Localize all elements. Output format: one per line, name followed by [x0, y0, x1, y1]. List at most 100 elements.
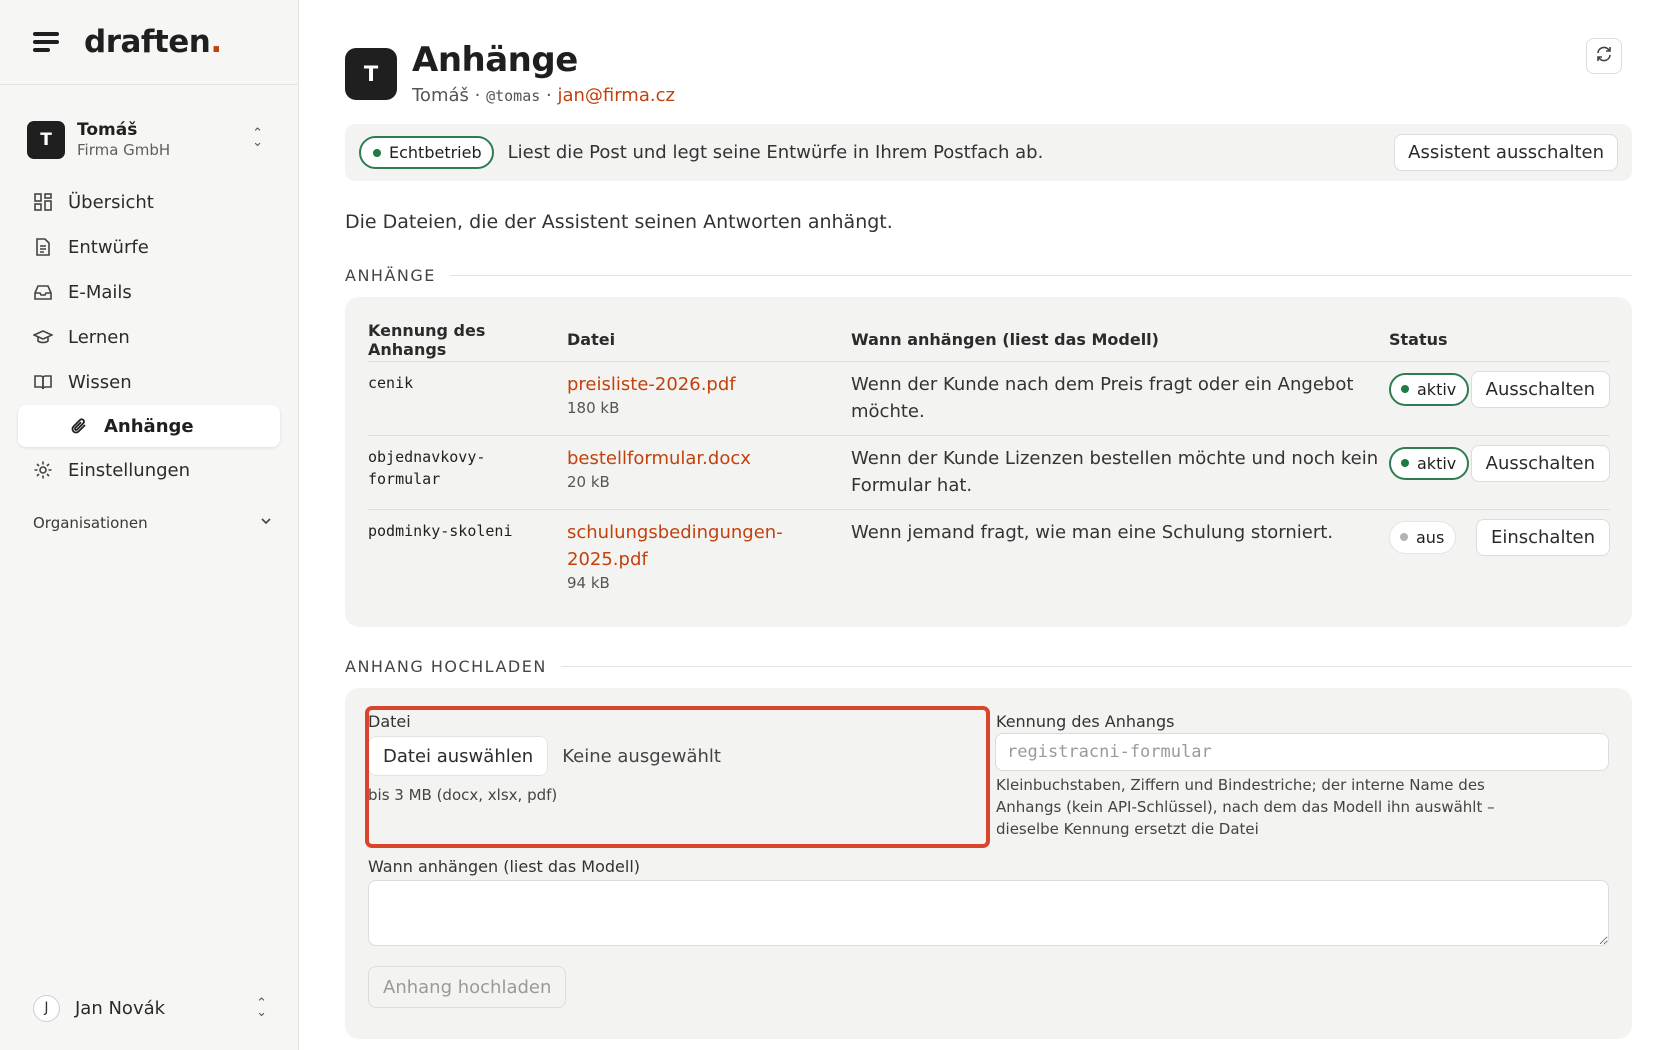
status-dot-icon	[373, 148, 381, 157]
page-subtitle: Tomáš · @tomas · jan@firma.cz	[412, 85, 675, 106]
status-cell: aktiv Ausschalten	[1389, 361, 1610, 436]
table-row: podminky-skoleni schulungsbedingungen- 20…	[368, 509, 1610, 605]
attachment-file: bestellformular.docx 20 kB	[567, 435, 851, 510]
choose-file-button[interactable]: Datei auswählen	[368, 736, 549, 776]
refresh-button[interactable]	[1586, 38, 1622, 74]
sidebar-item-settings[interactable]: Einstellungen	[18, 448, 280, 492]
attachments-table: Kennung des Anhangs Datei Wann anhängen …	[368, 319, 1610, 605]
status-badge: aktiv	[1389, 372, 1470, 406]
divider	[449, 275, 1632, 276]
book-icon	[33, 372, 53, 392]
highlight-box	[365, 706, 990, 848]
disable-attachment-button[interactable]: Ausschalten	[1470, 444, 1610, 482]
sidebar-item-overview[interactable]: Übersicht	[18, 180, 280, 224]
section-title: ANHANG HOCHLADEN	[345, 657, 547, 676]
when-textarea[interactable]	[368, 880, 1609, 946]
attachments-section-header: ANHÄNGE	[345, 266, 1632, 285]
table-row: cenik preisliste-2026.pdf 180 kB Wenn de…	[368, 361, 1610, 436]
sidebar-item-label: E-Mails	[68, 281, 132, 303]
agent-email-link[interactable]: jan@firma.cz	[557, 85, 675, 106]
status-dot-icon	[1401, 385, 1409, 393]
when-label: Wann anhängen (liest das Modell)	[368, 857, 641, 876]
chevron-down-icon	[259, 514, 273, 532]
sidebar-item-label: Entwürfe	[68, 236, 149, 258]
column-header: Wann anhängen (liest das Modell)	[851, 319, 1389, 362]
upload-attachment-button[interactable]: Anhang hochladen	[368, 966, 567, 1008]
attachment-id-input[interactable]	[995, 733, 1609, 771]
file-link[interactable]: preisliste-2026.pdf	[567, 371, 851, 398]
paperclip-icon	[69, 416, 89, 436]
organisations-label: Organisationen	[33, 514, 148, 532]
sidebar: draften. T Tomáš Firma GmbH ⌃ ⌄ Übersicht…	[0, 0, 299, 1050]
disable-attachment-button[interactable]: Ausschalten	[1470, 370, 1610, 408]
user-avatar: J	[33, 994, 60, 1022]
page-title: Anhänge	[412, 40, 578, 80]
id-hint: Kleinbuchstaben, Ziffern und Bindestrich…	[996, 776, 1495, 838]
sidebar-item-label: Lernen	[68, 326, 130, 348]
attachment-file: schulungsbedingungen- 2025.pdf 94 kB	[567, 509, 851, 605]
page-description: Die Dateien, die der Assistent seinen An…	[345, 211, 893, 233]
brand-logo[interactable]: draften.	[84, 24, 222, 60]
org-avatar: T	[27, 121, 65, 159]
organization-switcher[interactable]: T Tomáš Firma GmbH ⌃ ⌄	[27, 115, 273, 165]
main-content: T Anhänge Tomáš · @tomas · jan@firma.cz …	[345, 0, 1635, 1050]
column-header: Kennung des Anhangs	[368, 319, 567, 362]
chevron-up-down-icon: ⌃ ⌄	[252, 126, 263, 150]
attachment-id: cenik	[368, 361, 567, 436]
agent-name: Tomáš	[412, 85, 469, 106]
enable-attachment-button[interactable]: Einschalten	[1475, 518, 1610, 556]
file-label: Datei	[368, 712, 411, 731]
menu-icon[interactable]	[33, 32, 59, 52]
sidebar-item-knowledge[interactable]: Wissen	[18, 360, 280, 404]
sidebar-item-learn[interactable]: Lernen	[18, 315, 280, 359]
refresh-icon	[1595, 45, 1613, 67]
org-name: Tomáš	[77, 120, 138, 140]
file-hint: bis 3 MB (docx, xlsx, pdf)	[368, 786, 558, 804]
status-badge: aktiv	[1389, 446, 1470, 480]
org-company: Firma GmbH	[77, 141, 171, 160]
status-dot-icon	[1401, 459, 1409, 467]
sidebar-item-label: Wissen	[68, 371, 132, 393]
gear-icon	[33, 460, 53, 480]
file-picker: Datei auswählen Keine ausgewählt	[368, 736, 721, 776]
upload-section-header: ANHANG HOCHLADEN	[345, 657, 1632, 676]
assistant-status-banner: Echtbetrieb Liest die Post und legt sein…	[345, 124, 1632, 181]
divider	[560, 666, 1632, 667]
id-label: Kennung des Anhangs	[996, 712, 1175, 731]
status-badge: Echtbetrieb	[359, 136, 494, 169]
agent-handle: @tomas	[486, 87, 541, 105]
user-switcher[interactable]: J Jan Novák ⌃ ⌄	[33, 990, 273, 1026]
table-header-row: Kennung des Anhangs Datei Wann anhängen …	[368, 319, 1610, 362]
organisations-toggle[interactable]: Organisationen	[33, 511, 273, 535]
agent-avatar: T	[345, 48, 397, 100]
attach-condition: Wenn jemand fragt, wie man eine Schulung…	[851, 521, 1334, 543]
attachment-id: podminky-skoleni	[368, 521, 513, 540]
file-link[interactable]: bestellformular.docx	[567, 445, 851, 472]
sidebar-item-emails[interactable]: E-Mails	[18, 270, 280, 314]
sidebar-item-drafts[interactable]: Entwürfe	[18, 225, 280, 269]
sidebar-header: draften.	[0, 0, 298, 85]
sidebar-item-attachments[interactable]: Anhänge	[18, 405, 280, 447]
sidebar-item-label: Übersicht	[68, 191, 154, 213]
document-icon	[33, 237, 53, 257]
status-badge: aus	[1389, 520, 1457, 554]
page-header: T Anhänge Tomáš · @tomas · jan@firma.cz	[345, 40, 675, 106]
status-cell: aus Einschalten	[1389, 509, 1610, 605]
upload-card: Datei Datei auswählen Keine ausgewählt b…	[345, 688, 1632, 1039]
attachments-card: Kennung des Anhangs Datei Wann anhängen …	[345, 297, 1632, 627]
table-row: objednavkovy-formular bestellformular.do…	[368, 435, 1610, 510]
chevron-up-down-icon: ⌃ ⌄	[256, 996, 267, 1020]
attachment-file: preisliste-2026.pdf 180 kB	[567, 361, 851, 436]
dashboard-icon	[33, 192, 53, 212]
inbox-icon	[33, 282, 53, 302]
column-header: Datei	[567, 319, 851, 362]
disable-assistant-button[interactable]: Assistent ausschalten	[1394, 134, 1618, 171]
file-link[interactable]: schulungsbedingungen- 2025.pdf	[567, 519, 851, 573]
file-size: 180 kB	[567, 398, 620, 417]
sidebar-item-label: Anhänge	[104, 415, 194, 437]
sidebar-nav: Übersicht Entwürfe E-Mails Lernen Wissen	[18, 180, 280, 493]
attach-condition: Wenn der Kunde Lizenzen bestellen möchte…	[851, 435, 1389, 510]
user-name: Jan Novák	[75, 997, 166, 1019]
sidebar-item-label: Einstellungen	[68, 459, 191, 481]
status-cell: aktiv Ausschalten	[1389, 435, 1610, 510]
